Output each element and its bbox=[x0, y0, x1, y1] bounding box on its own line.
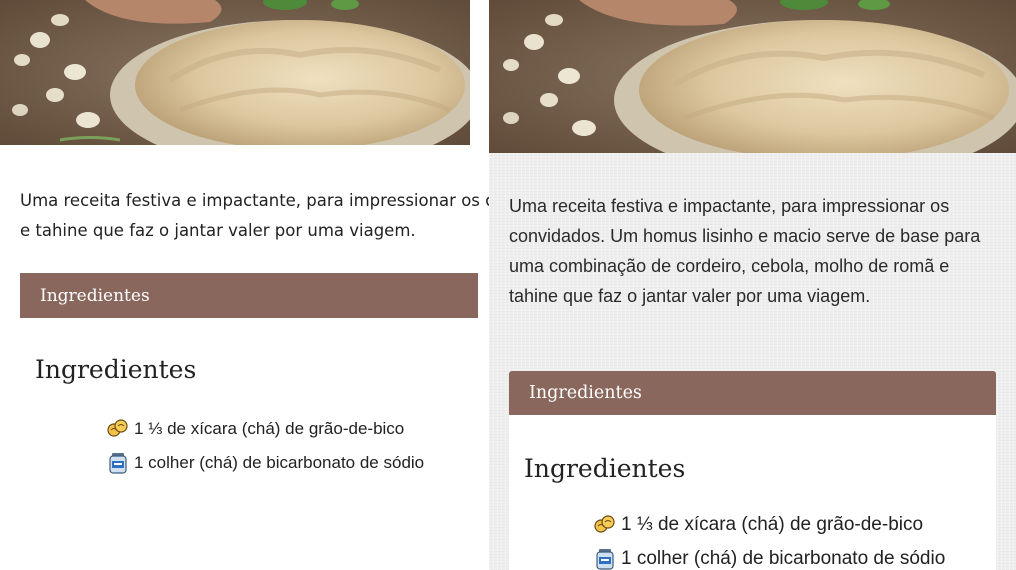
ingredients-section-tab[interactable]: Ingredientes bbox=[509, 371, 996, 415]
section-tab-label: Ingredientes bbox=[529, 383, 642, 403]
recipe-intro-line: Uma receita festiva e impactante, para i… bbox=[20, 191, 489, 210]
recipe-intro: Uma receita festiva e impactante, para i… bbox=[20, 186, 489, 246]
left-recipe-view: Uma receita festiva e impactante, para i… bbox=[0, 0, 489, 570]
ingredient-item: 1 ⅓ de xícara (chá) de grão-de-bico bbox=[593, 508, 945, 542]
ingredient-item: 1 colher (chá) de bicarbonato de sódio bbox=[593, 542, 945, 570]
baking-soda-jar-icon bbox=[593, 547, 617, 570]
section-tab-label: Ingredientes bbox=[40, 285, 150, 306]
recipe-intro: Uma receita festiva e impactante, para i… bbox=[509, 196, 981, 306]
ingredient-item: 1 ⅓ de xícara (chá) de grão-de-bico bbox=[106, 412, 424, 446]
ingredient-list: 1 ⅓ de xícara (chá) de grão-de-bico 1 co… bbox=[593, 508, 945, 570]
right-recipe-view: Uma receita festiva e impactante, para i… bbox=[489, 0, 1016, 570]
recipe-intro-line: e tahine que faz o jantar valer por uma … bbox=[20, 221, 416, 240]
ingredient-list: 1 ⅓ de xícara (chá) de grão-de-bico 1 co… bbox=[106, 412, 424, 480]
chickpea-icon bbox=[106, 417, 130, 441]
hummus-photo bbox=[489, 0, 1016, 153]
ingredient-text: 1 ⅓ de xícara (chá) de grão-de-bico bbox=[621, 514, 924, 535]
ingredient-item: 1 colher (chá) de bicarbonato de sódio bbox=[106, 446, 424, 480]
ingredient-text: 1 colher (chá) de bicarbonato de sódio bbox=[621, 548, 946, 569]
baking-soda-jar-icon bbox=[106, 451, 130, 475]
ingredient-text: 1 ⅓ de xícara (chá) de grão-de-bico bbox=[134, 419, 405, 438]
ingredients-section-tab[interactable]: Ingredientes bbox=[20, 273, 478, 318]
hummus-photo bbox=[0, 0, 470, 145]
ingredients-heading: Ingredientes bbox=[35, 355, 197, 384]
ingredients-heading: Ingredientes bbox=[524, 454, 686, 483]
chickpea-icon bbox=[593, 513, 617, 537]
ingredient-text: 1 colher (chá) de bicarbonato de sódio bbox=[134, 453, 425, 472]
